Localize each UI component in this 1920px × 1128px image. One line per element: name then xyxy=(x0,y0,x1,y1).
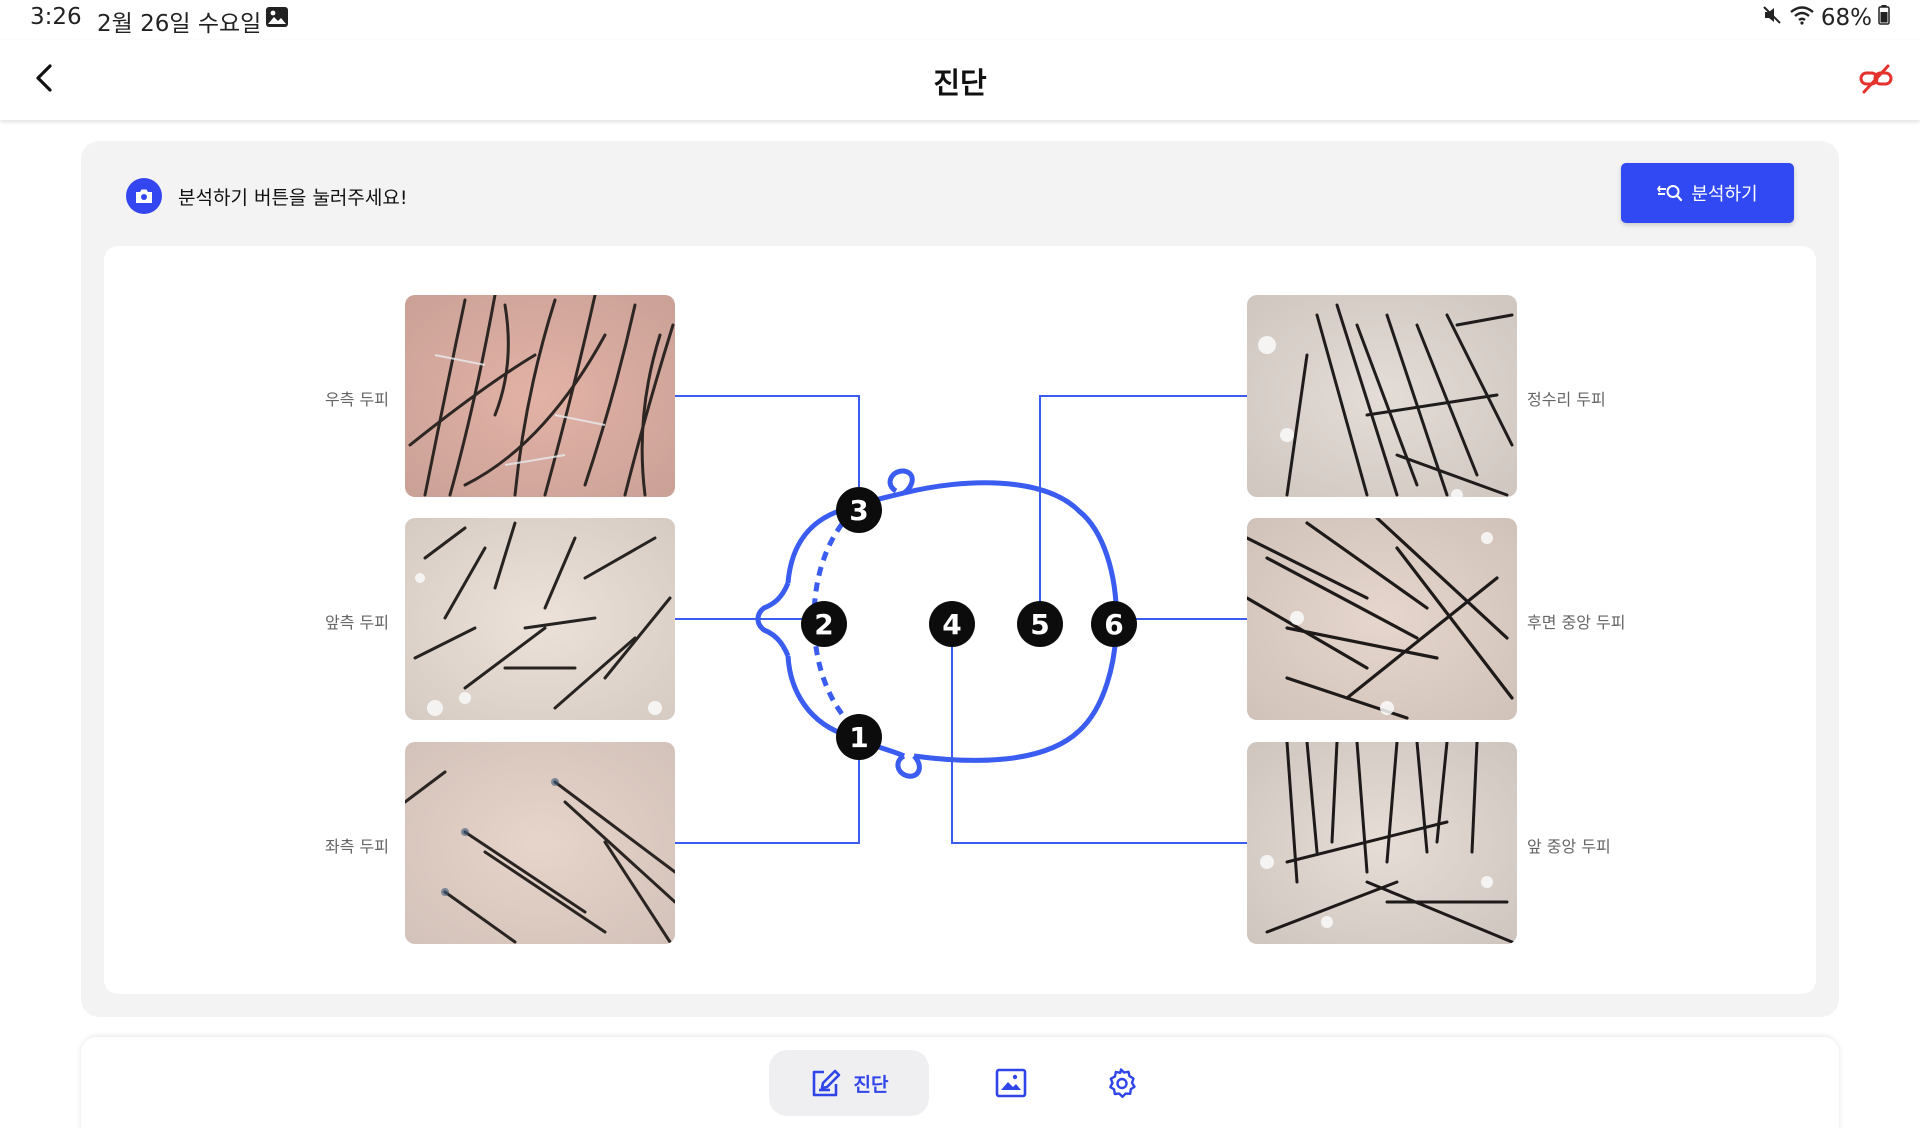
camera-icon xyxy=(126,178,162,214)
diagnosis-panel: 분석하기 버튼을 눌러주세요! 분석하기 우측 두피 앞측 두피 좌측 두피 정… xyxy=(81,141,1839,1017)
connector-line-4 xyxy=(951,619,1247,844)
analyze-button[interactable]: 분석하기 xyxy=(1621,163,1794,223)
scalp-image xyxy=(405,518,675,720)
scalp-image xyxy=(405,742,675,944)
scalp-photo-right[interactable] xyxy=(405,295,675,497)
scalp-image xyxy=(1247,518,1517,720)
zone-label-left-scalp: 좌측 두피 xyxy=(325,837,389,856)
connection-button[interactable] xyxy=(1858,62,1894,98)
connector-line-1 xyxy=(675,730,860,844)
app-screen: 3:26 2월 26일 수요일 68% 진단 분석하기 버튼을 눌러주세요! 분… xyxy=(0,0,1920,1128)
zone-label-right-scalp: 우측 두피 xyxy=(325,390,389,409)
connector-line-5 xyxy=(1039,395,1247,619)
nav-tab-diagnosis-label: 진단 xyxy=(853,1073,889,1096)
scalp-image xyxy=(1247,295,1517,497)
nav-tab-diagnosis[interactable]: 진단 xyxy=(769,1050,929,1116)
wifi-icon xyxy=(1789,4,1815,32)
scalp-photo-crown[interactable] xyxy=(1247,295,1517,497)
mute-icon xyxy=(1761,4,1783,32)
notice-text: 분석하기 버튼을 눌러주세요! xyxy=(178,186,408,209)
battery-icon xyxy=(1878,4,1890,32)
link-broken-icon xyxy=(1859,64,1893,94)
zone-label-back-center: 후면 중앙 두피 xyxy=(1527,613,1626,632)
zone-marker-5[interactable]: 5 xyxy=(1017,601,1063,647)
settings-gear-icon xyxy=(1109,1068,1136,1098)
zone-label-front-scalp: 앞측 두피 xyxy=(325,613,389,632)
analysis-icon xyxy=(1657,185,1683,202)
notice-bar: 분석하기 버튼을 눌러주세요! xyxy=(126,177,407,215)
status-bar: 3:26 2월 26일 수요일 68% xyxy=(0,0,1920,40)
app-header: 진단 xyxy=(0,40,1920,120)
zone-label-front-center: 앞 중앙 두피 xyxy=(1527,837,1611,856)
diagnosis-edit-icon xyxy=(812,1069,840,1097)
zone-marker-3[interactable]: 3 xyxy=(836,487,882,533)
analyze-button-label: 분석하기 xyxy=(1691,184,1758,205)
gallery-icon xyxy=(995,1068,1027,1098)
scalp-photo-front-center[interactable] xyxy=(1247,742,1517,944)
scalp-image xyxy=(405,295,675,497)
status-date: 2월 26일 수요일 xyxy=(97,11,262,37)
zone-marker-1[interactable]: 1 xyxy=(836,714,882,760)
scalp-photo-back-center[interactable] xyxy=(1247,518,1517,720)
zone-marker-2[interactable]: 2 xyxy=(801,601,847,647)
page-title: 진단 xyxy=(933,66,987,100)
scalp-map-card: 우측 두피 앞측 두피 좌측 두피 정수리 두피 후면 중앙 두피 앞 중앙 두… xyxy=(104,246,1816,994)
nav-tab-gallery[interactable] xyxy=(961,1050,1061,1116)
connector-line-3 xyxy=(675,395,860,504)
status-right: 68% xyxy=(1761,4,1890,32)
gallery-icon xyxy=(265,6,289,28)
scalp-photo-left[interactable] xyxy=(405,742,675,944)
zone-label-crown: 정수리 두피 xyxy=(1527,390,1606,409)
battery-percent: 68% xyxy=(1820,5,1872,31)
scalp-photo-front[interactable] xyxy=(405,518,675,720)
zone-marker-6[interactable]: 6 xyxy=(1091,601,1137,647)
scalp-image xyxy=(1247,742,1517,944)
zone-marker-4[interactable]: 4 xyxy=(929,601,975,647)
status-time: 3:26 xyxy=(30,4,82,30)
bottom-nav: 진단 xyxy=(81,1037,1839,1128)
nav-tab-settings[interactable] xyxy=(1071,1050,1171,1116)
